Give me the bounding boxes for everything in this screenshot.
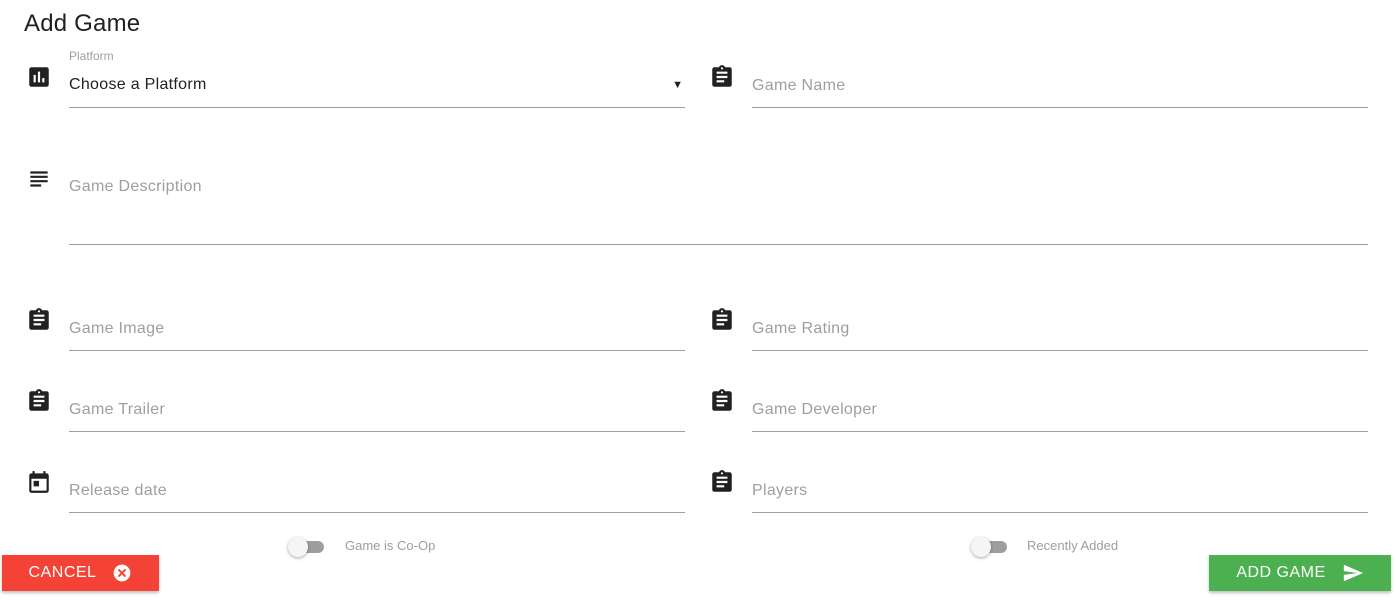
platform-select[interactable]: Choose a Platform ▼	[69, 67, 685, 108]
send-icon	[1342, 562, 1364, 584]
game-trailer-placeholder: Game Trailer	[69, 401, 166, 418]
recently-added-switch[interactable]	[971, 536, 1009, 557]
calendar-icon	[26, 469, 52, 495]
recently-added-switch-thumb	[971, 537, 991, 557]
game-developer-placeholder: Game Developer	[752, 401, 878, 418]
text-lines-icon	[26, 166, 52, 192]
coop-switch-label: Game is Co-Op	[345, 538, 436, 553]
players-placeholder: Players	[752, 482, 808, 499]
coop-switch-thumb	[288, 537, 308, 557]
clipboard-icon	[26, 307, 52, 333]
cancel-circle-icon	[112, 563, 132, 583]
platform-label: Platform	[69, 49, 114, 63]
clipboard-icon	[26, 388, 52, 414]
game-description-placeholder: Game Description	[69, 178, 202, 195]
game-name-field[interactable]: Game Name	[752, 67, 1368, 108]
add-game-page: Add Game Platform Choose a Platform ▼ Ga…	[0, 0, 1396, 612]
cancel-button[interactable]: CANCEL	[2, 555, 159, 591]
game-rating-placeholder: Game Rating	[752, 320, 850, 337]
platform-select-value: Choose a Platform	[69, 76, 207, 93]
game-description-field[interactable]: Game Description	[69, 164, 1368, 245]
release-date-placeholder: Release date	[69, 482, 167, 499]
game-developer-field[interactable]: Game Developer	[752, 391, 1368, 432]
add-game-button[interactable]: ADD GAME	[1209, 555, 1391, 591]
players-field[interactable]: Players	[752, 472, 1368, 513]
game-rating-field[interactable]: Game Rating	[752, 310, 1368, 351]
game-image-placeholder: Game Image	[69, 320, 165, 337]
recently-added-switch-label: Recently Added	[1027, 538, 1119, 553]
game-trailer-field[interactable]: Game Trailer	[69, 391, 685, 432]
cancel-button-label: CANCEL	[28, 564, 97, 581]
game-name-placeholder: Game Name	[752, 77, 846, 94]
clipboard-icon	[709, 64, 735, 90]
bar-chart-icon	[26, 64, 52, 90]
clipboard-icon	[709, 469, 735, 495]
game-image-field[interactable]: Game Image	[69, 310, 685, 351]
coop-switch[interactable]	[288, 536, 326, 557]
clipboard-icon	[709, 388, 735, 414]
add-game-button-label: ADD GAME	[1236, 564, 1326, 581]
release-date-field[interactable]: Release date	[69, 472, 685, 513]
page-title: Add Game	[24, 10, 141, 37]
clipboard-icon	[709, 307, 735, 333]
caret-down-icon: ▼	[672, 79, 683, 91]
